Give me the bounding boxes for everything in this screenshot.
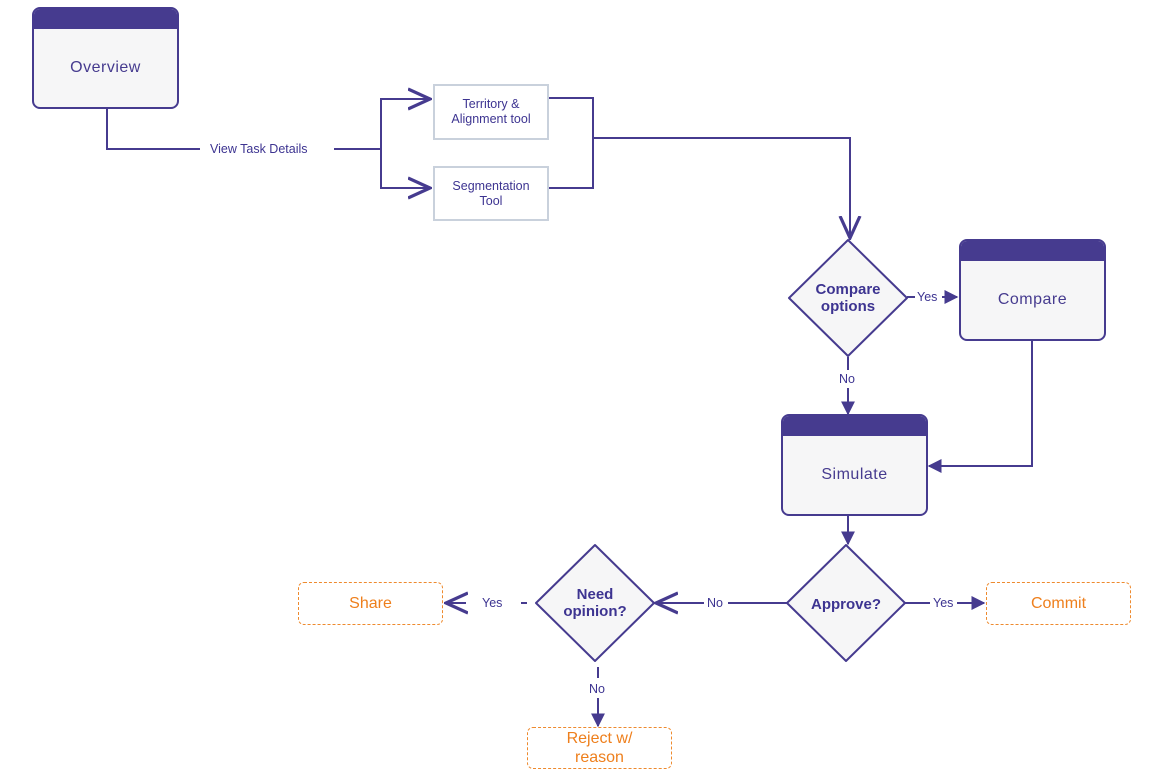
edge-label-view-task-details: View Task Details [208,142,310,156]
decision-compare-options[interactable]: Compare options [798,270,898,326]
connectors-layer [106,0,1033,728]
connector-overview-down [106,108,200,150]
decision-label: Compare options [815,281,881,315]
outcome-commit[interactable]: Commit [986,582,1131,625]
edge-label-approve-yes: Yes [931,596,956,610]
outcome-label: Share [349,595,392,612]
connector-compare-to-simulate [927,340,1033,473]
edge-label-compare-yes: Yes [915,290,940,304]
screen-label: Compare [997,291,1068,308]
tool-label: Segmentation Tool [452,178,530,208]
outcome-label: Reject w/ reason [566,730,633,766]
tool-territory-alignment[interactable]: Territory & Alignment tool [433,84,549,140]
outcome-label: Commit [1030,595,1087,612]
decision-label: Need opinion? [563,586,627,620]
connector-to-territory [380,99,430,149]
screen-header-bar [961,241,1104,261]
connector-to-segmentation [380,149,430,188]
decision-label: Approve? [810,595,881,613]
decision-approve[interactable]: Approve? [796,590,896,618]
screen-simulate[interactable]: Simulate [781,414,928,516]
screen-label: Overview [70,59,141,76]
tool-label: Territory & Alignment tool [451,97,531,126]
flowchart-canvas: Overview Compare Simulate Territory & Al… [0,0,1172,778]
edge-label-opinion-yes: Yes [480,596,505,610]
screen-compare[interactable]: Compare [959,239,1106,341]
edge-label-opinion-no: No [587,682,607,696]
screen-header-bar [34,9,177,29]
decision-need-opinion[interactable]: Need opinion? [545,575,645,631]
connector-merge-to-compare-options [593,137,850,238]
outcome-reject[interactable]: Reject w/ reason [527,727,672,769]
screen-overview[interactable]: Overview [32,7,179,109]
edge-label-compare-no: No [837,372,857,386]
tool-segmentation[interactable]: Segmentation Tool [433,166,549,221]
connector-territory-out [548,97,594,189]
edge-label-approve-no: No [705,596,725,610]
screen-header-bar [783,416,926,436]
outcome-share[interactable]: Share [298,582,443,625]
screen-label: Simulate [821,466,888,483]
